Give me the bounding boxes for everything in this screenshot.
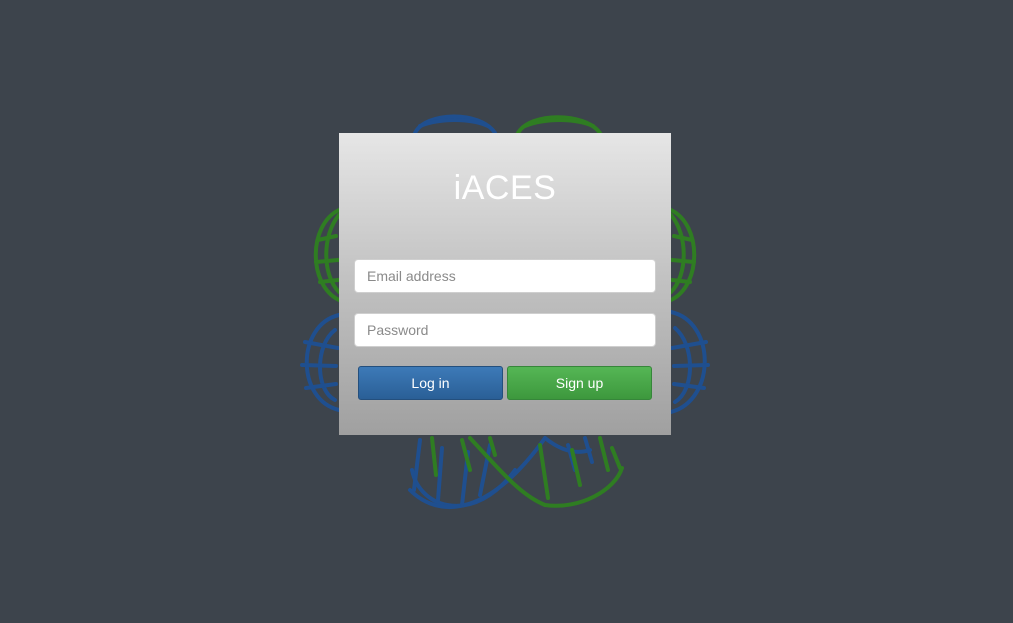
- login-page: iACES Log in Sign up: [0, 0, 1013, 623]
- login-button[interactable]: Log in: [358, 366, 503, 400]
- signup-button[interactable]: Sign up: [507, 366, 652, 400]
- email-field[interactable]: [354, 259, 656, 293]
- app-title: iACES: [453, 169, 557, 207]
- password-field[interactable]: [354, 313, 656, 347]
- login-card: iACES Log in Sign up: [339, 133, 671, 435]
